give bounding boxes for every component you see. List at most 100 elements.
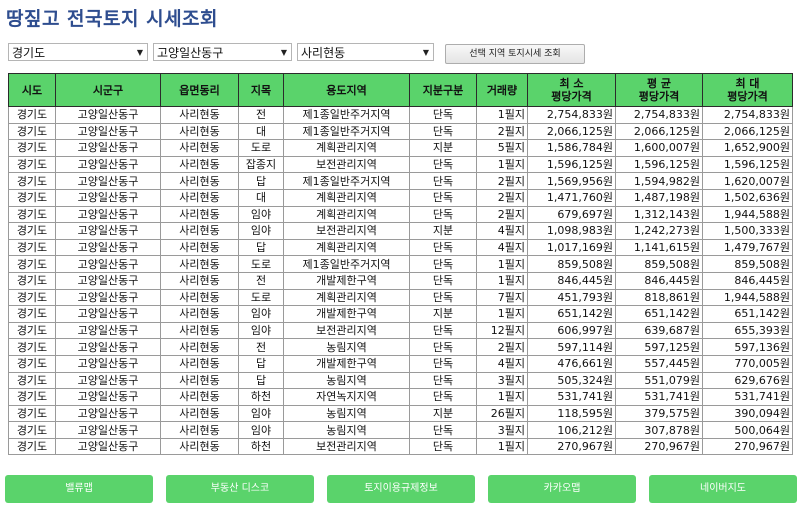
cell-col-eupmyeondong: 사리현동: [160, 421, 239, 439]
cell-col-volume: 12필지: [476, 321, 528, 340]
cell-col-sigungu: 고양일산동구: [55, 122, 161, 141]
cell-col-volume: 26필지: [476, 404, 528, 423]
cell-col-min-price: 531,741원: [527, 388, 616, 406]
cell-col-avg-price: 2,066,125원: [615, 122, 703, 141]
cell-col-sigungu: 고양일산동구: [55, 271, 161, 290]
header-col-sido: 시도: [8, 73, 56, 107]
table-row: 경기도 고양일산동구 사리현동 도로 계획관리지역 지분 5필지 1,586,784원 1,60…: [8, 139, 793, 157]
table-row: 경기도 고양일산동구 사리현동 잡종지 보전관리지역 단독 1필지 1,596,125원 1,5…: [8, 155, 793, 174]
cell-col-avg-price: 1,594,982원: [615, 172, 703, 190]
cell-col-sido: 경기도: [8, 222, 56, 240]
cell-col-share-type: 단독: [409, 172, 477, 190]
cell-col-avg-price: 307,878원: [615, 421, 703, 439]
cell-col-volume: 3필지: [476, 371, 528, 390]
cell-col-avg-price: 1,596,125원: [615, 155, 703, 174]
table-row: 경기도 고양일산동구 사리현동 전 제1종일반주거지역 단독 1필지 2,754,833원 2,…: [8, 106, 793, 124]
cell-col-jimok: 하천: [238, 437, 284, 456]
cell-col-avg-price: 859,508원: [615, 255, 703, 273]
cell-col-sigungu: 고양일산동구: [55, 222, 161, 240]
kakaomap-button[interactable]: 카카오맵: [488, 475, 636, 503]
cell-col-jimok: 도로: [238, 139, 284, 157]
cell-col-avg-price: 270,967원: [615, 437, 703, 456]
navermap-button[interactable]: 네이버지도: [649, 475, 797, 503]
land-regulation-button[interactable]: 토지이용규제정보: [327, 475, 475, 503]
cell-col-sigungu: 고양일산동구: [55, 404, 161, 423]
cell-col-volume: 4필지: [476, 222, 528, 240]
chevron-down-icon: ▼: [136, 48, 143, 57]
cell-col-max-price: 1,596,125원: [702, 155, 793, 174]
cell-col-max-price: 1,652,900원: [702, 139, 793, 157]
cell-col-zoning: 농림지역: [283, 371, 410, 390]
cell-col-eupmyeondong: 사리현동: [160, 238, 239, 257]
cell-col-sido: 경기도: [8, 421, 56, 439]
cell-col-eupmyeondong: 사리현동: [160, 371, 239, 390]
valuemap-button[interactable]: 밸류맵: [5, 475, 153, 503]
cell-col-zoning: 계획관리지역: [283, 238, 410, 257]
cell-col-share-type: 단독: [409, 354, 477, 373]
cell-col-max-price: 531,741원: [702, 388, 793, 406]
cell-col-sido: 경기도: [8, 271, 56, 290]
table-row: 경기도 고양일산동구 사리현동 대 제1종일반주거지역 단독 2필지 2,066,125원 2,…: [8, 122, 793, 141]
cell-col-volume: 1필지: [476, 106, 528, 124]
dong-select-value: 사리현동: [301, 46, 346, 60]
cell-col-avg-price: 651,142원: [615, 305, 703, 323]
cell-col-min-price: 270,967원: [527, 437, 616, 456]
cell-col-eupmyeondong: 사리현동: [160, 271, 239, 290]
cell-col-sido: 경기도: [8, 188, 56, 207]
cell-col-max-price: 629,676원: [702, 371, 793, 390]
cell-col-max-price: 270,967원: [702, 437, 793, 456]
table-row: 경기도 고양일산동구 사리현동 전 개발제한구역 단독 1필지 846,445원 846,445…: [8, 271, 793, 290]
cell-col-sido: 경기도: [8, 371, 56, 390]
cell-col-jimok: 도로: [238, 288, 284, 307]
cell-col-jimok: 전: [238, 106, 284, 124]
district-select[interactable]: 고양일산동구 ▼: [153, 43, 292, 61]
table-row: 경기도 고양일산동구 사리현동 임야 보전관리지역 지분 4필지 1,098,983원 1,24…: [8, 222, 793, 240]
cell-col-max-price: 770,005원: [702, 354, 793, 373]
cell-col-jimok: 전: [238, 338, 284, 356]
cell-col-zoning: 농림지역: [283, 421, 410, 439]
cell-col-eupmyeondong: 사리현동: [160, 338, 239, 356]
cell-col-jimok: 잡종지: [238, 155, 284, 174]
cell-col-sigungu: 고양일산동구: [55, 321, 161, 340]
cell-col-eupmyeondong: 사리현동: [160, 404, 239, 423]
table-row: 경기도 고양일산동구 사리현동 하천 자연녹지지역 단독 1필지 531,741원 531,74…: [8, 388, 793, 406]
cell-col-min-price: 106,212원: [527, 421, 616, 439]
cell-col-zoning: 제1종일반주거지역: [283, 122, 410, 141]
cell-col-avg-price: 1,487,198원: [615, 188, 703, 207]
cell-col-sido: 경기도: [8, 321, 56, 340]
header-col-max-price: 최 대 평당가격: [702, 73, 793, 107]
cell-col-jimok: 전: [238, 271, 284, 290]
cell-col-eupmyeondong: 사리현동: [160, 188, 239, 207]
cell-col-avg-price: 531,741원: [615, 388, 703, 406]
cell-col-eupmyeondong: 사리현동: [160, 222, 239, 240]
cell-col-share-type: 단독: [409, 155, 477, 174]
cell-col-max-price: 597,136원: [702, 338, 793, 356]
cell-col-share-type: 단독: [409, 205, 477, 224]
cell-col-max-price: 655,393원: [702, 321, 793, 340]
search-prices-button[interactable]: 선택 지역 토지시세 조회: [445, 44, 585, 64]
land-price-table: 시도 시군구 읍면동리 지목 용도지역 지분구분 거래량 최 소 평당가격 평 균 평당가격 최 …: [8, 73, 793, 456]
cell-col-sigungu: 고양일산동구: [55, 421, 161, 439]
header-col-sigungu: 시군구: [55, 73, 161, 107]
cell-col-eupmyeondong: 사리현동: [160, 321, 239, 340]
cell-col-sido: 경기도: [8, 288, 56, 307]
header-col-jimok: 지목: [238, 73, 284, 107]
cell-col-sido: 경기도: [8, 255, 56, 273]
table-row: 경기도 고양일산동구 사리현동 대 계획관리지역 단독 2필지 1,471,760원 1,487…: [8, 188, 793, 207]
cell-col-sigungu: 고양일산동구: [55, 288, 161, 307]
table-row: 경기도 고양일산동구 사리현동 임야 계획관리지역 단독 2필지 679,697원 1,312,…: [8, 205, 793, 224]
cell-col-avg-price: 1,141,615원: [615, 238, 703, 257]
cell-col-min-price: 1,586,784원: [527, 139, 616, 157]
header-col-min-price: 최 소 평당가격: [527, 73, 616, 107]
cell-col-sido: 경기도: [8, 122, 56, 141]
cell-col-min-price: 118,595원: [527, 404, 616, 423]
cell-col-volume: 4필지: [476, 354, 528, 373]
cell-col-max-price: 651,142원: [702, 305, 793, 323]
cell-col-zoning: 자연녹지지역: [283, 388, 410, 406]
disco-button[interactable]: 부동산 디스코: [166, 475, 314, 503]
table-row: 경기도 고양일산동구 사리현동 임야 농림지역 단독 3필지 106,212원 307,878원…: [8, 421, 793, 439]
dong-select[interactable]: 사리현동 ▼: [297, 43, 434, 61]
cell-col-jimok: 임야: [238, 421, 284, 439]
province-select[interactable]: 경기도 ▼: [8, 43, 148, 61]
cell-col-max-price: 1,502,636원: [702, 188, 793, 207]
